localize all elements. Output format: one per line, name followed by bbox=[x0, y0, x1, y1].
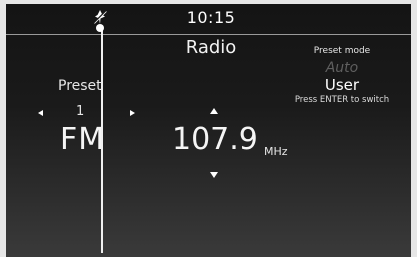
radio-screen: 10:15 Radio Preset mode Auto User Press … bbox=[6, 4, 411, 257]
page-title: Radio bbox=[185, 37, 237, 58]
tune-down-arrow-icon[interactable] bbox=[210, 172, 218, 178]
preset-mode-hint: Press ENTER to switch bbox=[294, 95, 390, 105]
preset-mode-auto-option[interactable]: Auto bbox=[282, 60, 402, 76]
preset-number: 1 bbox=[76, 104, 85, 119]
callout-dot bbox=[96, 24, 104, 32]
preset-mode-panel: Preset mode Auto User Press ENTER to swi… bbox=[282, 46, 402, 105]
preset-mode-user-option[interactable]: User bbox=[282, 76, 402, 94]
preset-next-arrow-icon[interactable] bbox=[130, 110, 135, 116]
tune-up-arrow-icon[interactable] bbox=[210, 108, 218, 114]
status-bar: 10:15 bbox=[6, 4, 411, 35]
band-label: FM bbox=[60, 122, 106, 157]
preset-mode-label: Preset mode bbox=[313, 46, 371, 56]
frequency-value: 107.9 bbox=[172, 122, 258, 157]
pin-off-icon bbox=[93, 10, 107, 24]
preset-label: Preset bbox=[58, 78, 102, 94]
preset-prev-arrow-icon[interactable] bbox=[38, 110, 43, 116]
clock: 10:15 bbox=[186, 8, 236, 27]
frequency-unit: MHz bbox=[264, 145, 288, 158]
callout-line bbox=[101, 28, 103, 253]
